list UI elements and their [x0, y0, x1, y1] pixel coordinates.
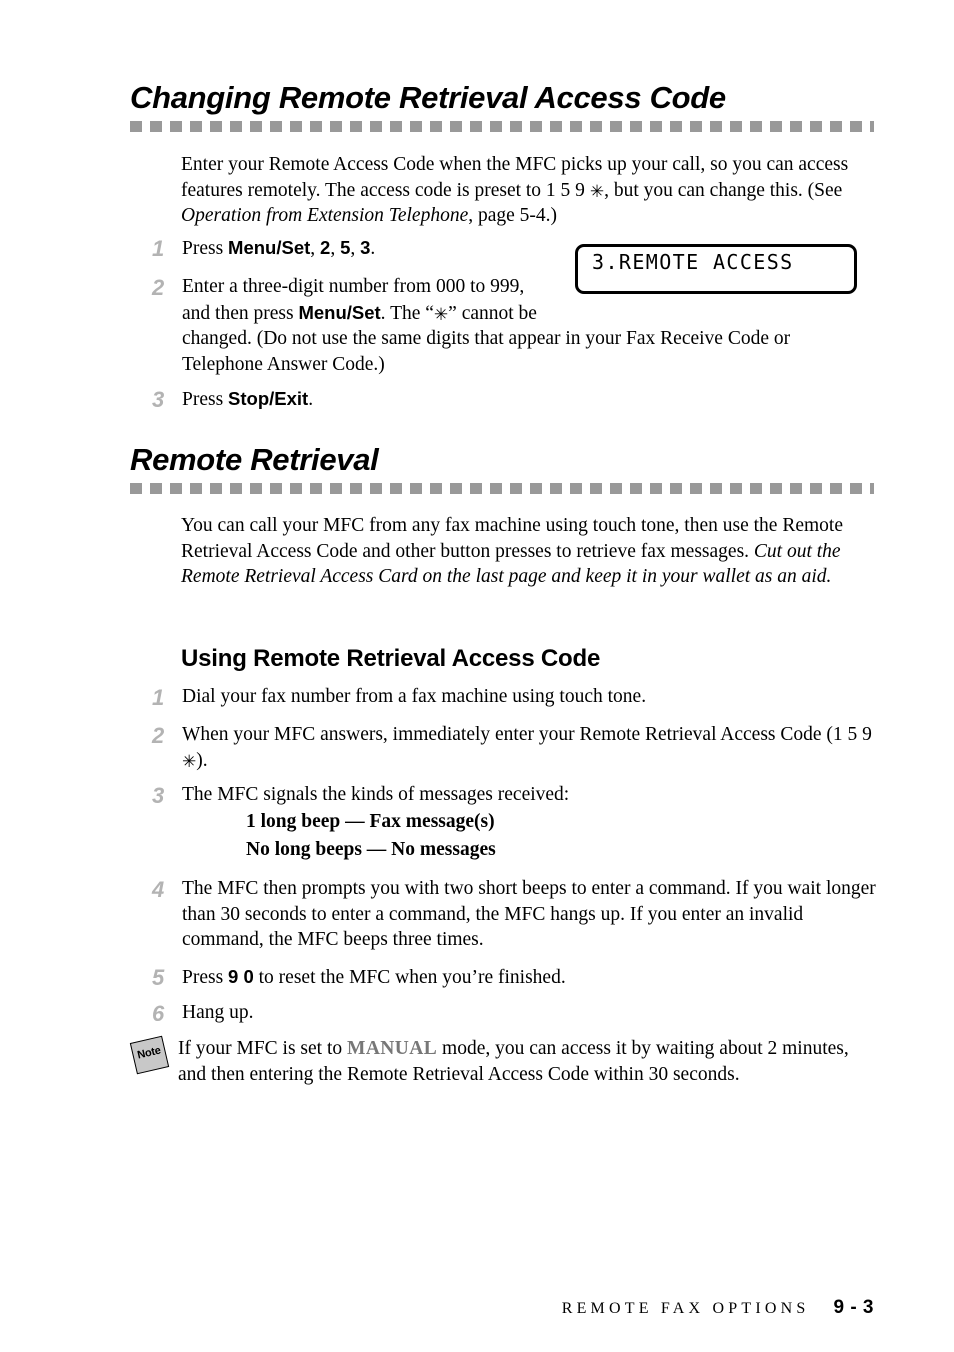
asterisk-glyph-icon: ✳	[433, 304, 449, 325]
lcd-wrap-spacer	[545, 274, 875, 326]
list-item: 3 The MFC signals the kinds of messages …	[152, 782, 875, 864]
step-number: 6	[152, 1001, 165, 1026]
step-text-part1: Press	[182, 238, 229, 259]
section-subheading-using-remote-retrieval-access-code: Using Remote Retrieval Access Code	[181, 645, 601, 672]
heading-divider-rule	[130, 121, 874, 132]
step-text-part2: . The “	[380, 302, 434, 324]
intro-text-part2: , but you can change this. (See	[604, 179, 843, 201]
step-text-part5: .	[370, 238, 376, 259]
step-text: The MFC signals the kinds of messages re…	[182, 782, 875, 864]
step-text-part1: Press	[182, 389, 229, 410]
step-text: When your MFC answers, immediately enter…	[182, 722, 875, 773]
step-text-part2: .	[308, 389, 314, 410]
beep-signal-line-2: No long beeps — No messages	[246, 838, 496, 860]
heading-divider-rule	[130, 483, 874, 494]
step-number: 3	[152, 387, 165, 412]
step-text: Dial your fax number from a fax machine …	[182, 686, 647, 707]
step-text: Enter a three-digit number from 000 to 9…	[182, 274, 875, 377]
lcd-display-text: 3.REMOTE ACCESS	[592, 250, 794, 274]
button-label-menu-set: Menu/Set	[298, 301, 381, 323]
asterisk-glyph-icon: ✳	[182, 751, 197, 772]
step-text-part1: Press	[182, 967, 229, 988]
mode-name-manual: MANUAL	[347, 1038, 438, 1059]
page-title-remote-retrieval: Remote Retrieval	[130, 442, 379, 477]
page-title-changing-remote-retrieval-access-code: Changing Remote Retrieval Access Code	[130, 80, 726, 115]
intro-paragraph-changing: Enter your Remote Access Code when the M…	[181, 152, 875, 229]
footer-page-number: 9 - 3	[833, 1297, 874, 1318]
step-text-part4: ,	[350, 238, 361, 259]
step-text-part2: ,	[310, 238, 321, 259]
note-icon: Note	[129, 1035, 170, 1075]
asterisk-glyph-icon: ✳	[589, 181, 605, 202]
intro-cross-reference: Operation from Extension Telephone	[181, 205, 469, 227]
step-number: 3	[152, 783, 165, 808]
list-item: 2 When your MFC answers, immediately ent…	[152, 722, 875, 773]
step-number: 1	[152, 685, 165, 710]
page-footer: REMOTE FAX OPTIONS 9 - 3	[0, 1297, 954, 1319]
intro-text-part3: , page 5-4.)	[468, 205, 558, 227]
list-item: 1 Dial your fax number from a fax machin…	[152, 684, 875, 711]
list-item: 3 Press Stop/Exit.	[152, 386, 552, 413]
keypad-digit-2: 2	[320, 237, 331, 258]
list-item: 2 Enter a three-digit number from 000 to…	[152, 274, 875, 377]
list-item: 4 The MFC then prompts you with two shor…	[152, 876, 883, 953]
step-number: 5	[152, 965, 165, 990]
step-text-part3: ,	[330, 238, 341, 259]
step-number: 1	[152, 236, 165, 261]
step-text-part2: to reset the MFC when you’re finished.	[253, 967, 566, 988]
button-label-menu-set: Menu/Set	[228, 237, 311, 258]
step-text: Hang up.	[182, 1002, 254, 1023]
button-label-stop-exit: Stop/Exit	[228, 388, 309, 409]
note-text: If your MFC is set to MANUAL mode, you c…	[178, 1036, 878, 1087]
step-text: Press Stop/Exit.	[182, 386, 313, 413]
note-text-part1: If your MFC is set to	[178, 1038, 348, 1059]
keypad-code-9-0: 9 0	[228, 966, 254, 987]
step-text: The MFC then prompts you with two short …	[182, 878, 876, 951]
keypad-digit-5: 5	[340, 237, 351, 258]
document-page: Changing Remote Retrieval Access Code En…	[0, 0, 954, 1352]
list-item: 5 Press 9 0 to reset the MFC when you’re…	[152, 964, 875, 991]
note-icon-label: Note	[136, 1044, 162, 1062]
list-item: 1 Press Menu/Set, 2, 5, 3.	[152, 235, 552, 262]
note-callout: Note If your MFC is set to MANUAL mode, …	[129, 1035, 878, 1087]
step-text-part1: The MFC signals the kinds of messages re…	[182, 784, 570, 805]
intro-text-part1: You can call your MFC from any fax machi…	[181, 515, 843, 562]
beep-signal-line-1: 1 long beep — Fax message(s)	[246, 810, 495, 832]
step-text-part1: When your MFC answers, immediately enter…	[182, 724, 872, 745]
step-number: 2	[152, 723, 165, 748]
step-number: 4	[152, 877, 165, 902]
keypad-digit-3: 3	[360, 237, 371, 258]
footer-chapter-title: REMOTE FAX OPTIONS	[561, 1300, 810, 1317]
step-number: 2	[152, 275, 165, 300]
step-text: Press 9 0 to reset the MFC when you’re f…	[182, 964, 566, 991]
intro-paragraph-remote-retrieval: You can call your MFC from any fax machi…	[181, 513, 875, 590]
step-text-part2: ).	[196, 749, 208, 771]
step-text: Press Menu/Set, 2, 5, 3.	[182, 235, 375, 262]
list-item: 6 Hang up.	[152, 1000, 875, 1027]
